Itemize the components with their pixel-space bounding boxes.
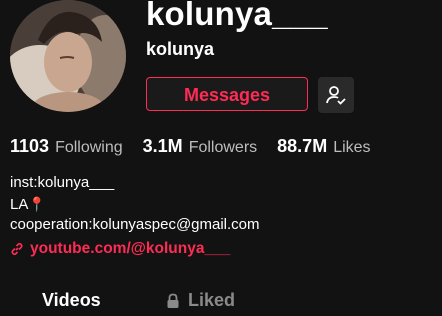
profile-photo	[10, 0, 126, 112]
stat-label: Following	[55, 139, 123, 156]
stat-value: 3.1M	[142, 136, 183, 156]
stat-label: Followers	[188, 139, 258, 156]
stat-label: Likes	[333, 139, 371, 156]
profile-stats: 1103 Following 3.1M Followers 88.7M Like…	[10, 136, 391, 157]
tab-liked[interactable]: Liked	[166, 290, 235, 311]
tab-videos[interactable]: Videos	[42, 290, 101, 311]
stat-value: 1103	[10, 136, 50, 156]
bio-line: inst:kolunya___	[10, 174, 115, 191]
lock-icon	[167, 293, 179, 308]
profile-link-text[interactable]: youtube.com/@kolunya___	[30, 240, 230, 258]
stat-likes: 88.7M Likes	[277, 136, 370, 157]
bio-line: LA📍	[10, 194, 260, 216]
tab-liked-label: Liked	[188, 290, 236, 310]
stat-followers[interactable]: 3.1M Followers	[143, 136, 258, 157]
stat-value: 88.7M	[277, 136, 328, 156]
avatar[interactable]	[10, 0, 126, 112]
profile-nickname: kolunya	[146, 39, 215, 59]
bio-line: cooperation:kolunyaspec@gmail.com	[10, 216, 260, 233]
pin-icon: 📍	[28, 195, 46, 212]
user-check-icon	[326, 86, 346, 105]
bio-location-text: LA	[10, 195, 29, 213]
link-icon	[11, 242, 23, 256]
profile-link[interactable]: youtube.com/@kolunya___	[10, 240, 230, 258]
profile-bio: inst:kolunya___ LA📍 cooperation:kolunyas…	[10, 173, 260, 236]
profile-username: kolunya___	[146, 0, 328, 32]
follow-status-button[interactable]	[318, 77, 354, 113]
messages-button[interactable]: Messages	[146, 77, 308, 111]
stat-following[interactable]: 1103 Following	[10, 136, 123, 157]
